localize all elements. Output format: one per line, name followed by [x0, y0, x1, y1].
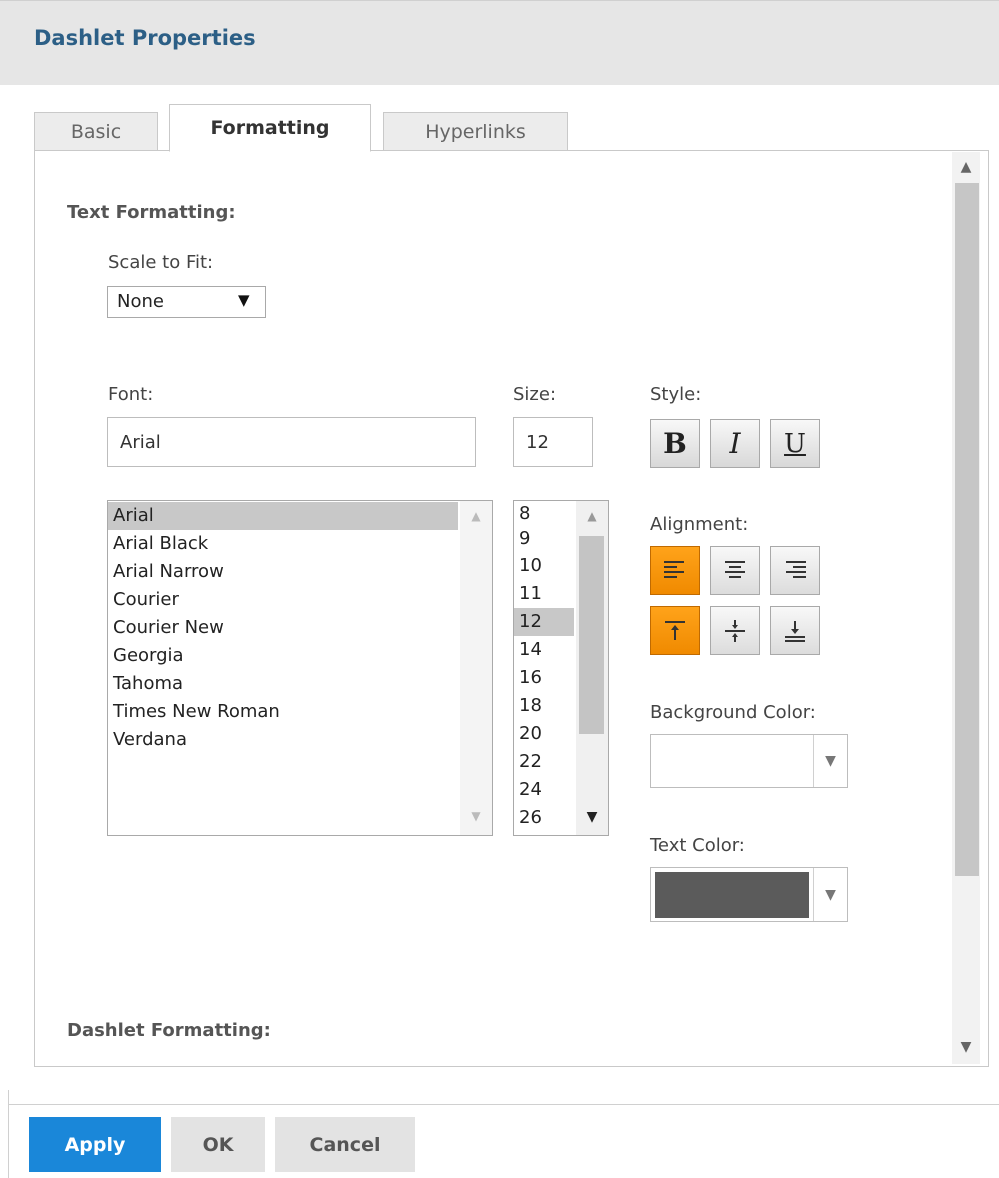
background-color-swatch	[654, 738, 809, 784]
font-option-arial-black[interactable]: Arial Black	[108, 530, 458, 558]
font-option-courier-new[interactable]: Courier New	[108, 614, 458, 642]
scroll-down-arrow-icon[interactable]: ▼	[952, 1034, 980, 1060]
background-color-dropdown-icon[interactable]: ▼	[813, 735, 847, 787]
align-center-icon	[725, 560, 745, 578]
scroll-up-arrow-icon[interactable]: ▲	[952, 154, 980, 180]
font-list-down-arrow-icon[interactable]: ▼	[460, 809, 492, 823]
underline-button[interactable]: U	[770, 419, 820, 468]
font-option-courier[interactable]: Courier	[108, 586, 458, 614]
font-label: Font:	[108, 384, 154, 405]
text-formatting-heading: Text Formatting:	[67, 202, 236, 223]
dropdown-arrow-icon: ▼	[238, 291, 250, 309]
size-option[interactable]: 26	[514, 804, 574, 832]
font-listbox[interactable]: Arial Arial Black Arial Narrow Courier C…	[107, 500, 493, 836]
font-option-verdana[interactable]: Verdana	[108, 726, 458, 754]
tab-label: Basic	[70, 121, 122, 143]
size-option[interactable]: 16	[514, 664, 574, 692]
ok-button[interactable]: OK	[171, 1117, 265, 1172]
align-middle-button[interactable]	[710, 606, 760, 655]
panel-scroll-thumb[interactable]	[955, 183, 979, 876]
size-option[interactable]: 11	[514, 580, 574, 608]
font-option-arial[interactable]: Arial	[108, 502, 458, 530]
size-option[interactable]: 20	[514, 720, 574, 748]
italic-button[interactable]: I	[710, 419, 760, 468]
size-input[interactable]: 12	[513, 417, 593, 467]
font-option-tahoma[interactable]: Tahoma	[108, 670, 458, 698]
text-color-swatch	[655, 872, 809, 918]
font-list-scrollbar[interactable]	[460, 501, 492, 835]
tab-label: Formatting	[210, 117, 330, 139]
size-list-scroll-thumb[interactable]	[579, 536, 604, 734]
font-input[interactable]: Arial	[107, 417, 476, 467]
align-bottom-button[interactable]	[770, 606, 820, 655]
footer-divider	[8, 1104, 999, 1105]
align-top-button[interactable]	[650, 606, 700, 655]
size-option[interactable]: 9	[514, 525, 574, 552]
align-left-icon	[664, 560, 684, 578]
alignment-label: Alignment:	[650, 514, 749, 535]
text-color-dropdown-icon[interactable]: ▼	[813, 868, 847, 921]
size-option[interactable]: 14	[514, 636, 574, 664]
scale-to-fit-label: Scale to Fit:	[108, 252, 214, 273]
size-label: Size:	[513, 384, 557, 405]
tab-hyperlinks[interactable]: Hyperlinks	[383, 112, 568, 151]
size-list-down-arrow-icon[interactable]: ▼	[576, 809, 608, 825]
background-color-picker[interactable]: ▼	[650, 734, 848, 788]
size-input-value: 12	[526, 431, 549, 453]
font-option-times-new-roman[interactable]: Times New Roman	[108, 698, 458, 726]
background-color-label: Background Color:	[650, 702, 816, 723]
align-right-icon	[786, 560, 806, 578]
scale-to-fit-select[interactable]: None ▼	[107, 286, 266, 318]
tab-formatting[interactable]: Formatting	[169, 104, 371, 152]
scale-to-fit-value: None	[117, 291, 164, 312]
tab-basic[interactable]: Basic	[34, 112, 158, 151]
cancel-button[interactable]: Cancel	[275, 1117, 415, 1172]
font-input-value: Arial	[120, 431, 161, 453]
align-bottom-icon	[785, 620, 805, 642]
font-list-up-arrow-icon[interactable]: ▲	[460, 509, 492, 523]
tab-label: Hyperlinks	[425, 121, 526, 143]
align-center-button[interactable]	[710, 546, 760, 595]
size-option[interactable]: 22	[514, 748, 574, 776]
size-option-selected[interactable]: 12	[514, 608, 574, 637]
align-middle-icon	[725, 619, 745, 642]
text-color-label: Text Color:	[650, 835, 745, 856]
text-color-picker[interactable]: ▼	[650, 867, 848, 922]
bold-button[interactable]: B	[650, 419, 700, 468]
size-option[interactable]: 24	[514, 776, 574, 804]
align-top-icon	[665, 620, 685, 640]
dialog-title: Dashlet Properties	[34, 26, 256, 50]
dashlet-formatting-heading: Dashlet Formatting:	[67, 1020, 271, 1041]
font-option-arial-narrow[interactable]: Arial Narrow	[108, 558, 458, 586]
size-option[interactable]: 18	[514, 692, 574, 720]
size-list-up-arrow-icon[interactable]: ▲	[576, 509, 608, 523]
size-listbox[interactable]: 8 9 10 11 12 14 16 18 20 22 24 26 ▲ ▼	[513, 500, 609, 836]
style-label: Style:	[650, 384, 702, 405]
size-option[interactable]: 8	[514, 502, 574, 525]
apply-button[interactable]: Apply	[29, 1117, 161, 1172]
font-option-georgia[interactable]: Georgia	[108, 642, 458, 670]
align-right-button[interactable]	[770, 546, 820, 595]
size-option[interactable]: 10	[514, 552, 574, 580]
align-left-button[interactable]	[650, 546, 700, 595]
